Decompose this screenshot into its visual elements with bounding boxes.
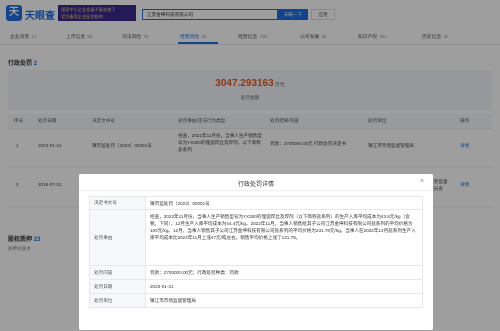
detail-label: 处罚事由 <box>90 210 146 265</box>
detail-row-reason: 处罚事由 经查，2022年11月份，当事人生产销售型号为YX300的埋弧焊丝及焊… <box>89 210 423 266</box>
detail-value: 镇江市市场监督管理局 <box>150 298 196 303</box>
detail-label: 处罚日期 <box>90 280 146 293</box>
detail-value: 罚款：2700000.00元；行政处罚种类：罚款 <box>150 270 239 275</box>
penalty-detail-modal: 行政处罚详情 × 决定书文号 镇市监处罚〔2023〕00001号 处罚事由 经查… <box>79 174 433 330</box>
modal-divider <box>79 190 433 191</box>
detail-label: 处罚单位 <box>90 294 146 307</box>
detail-label: 处罚内容 <box>90 266 146 279</box>
detail-label: 决定书文号 <box>90 197 146 209</box>
detail-value: 2023-01-31 <box>150 284 174 289</box>
detail-row-unit: 处罚单位 镇江市市场监督管理局 <box>89 294 423 308</box>
detail-row-content: 处罚内容 罚款：2700000.00元；行政处罚种类：罚款 <box>89 266 423 280</box>
detail-value: 镇市监处罚〔2023〕00001号 <box>150 200 210 206</box>
modal-title: 行政处罚详情 <box>237 182 274 188</box>
detail-value: 经查，2022年11月份，当事人生产销售型号为YX300的埋弧焊丝及焊剂（以下简… <box>150 214 416 240</box>
detail-row-doc-no: 决定书文号 镇市监处罚〔2023〕00001号 <box>89 196 423 210</box>
detail-row-date: 处罚日期 2023-01-31 <box>89 280 423 294</box>
close-icon[interactable]: × <box>417 177 427 187</box>
